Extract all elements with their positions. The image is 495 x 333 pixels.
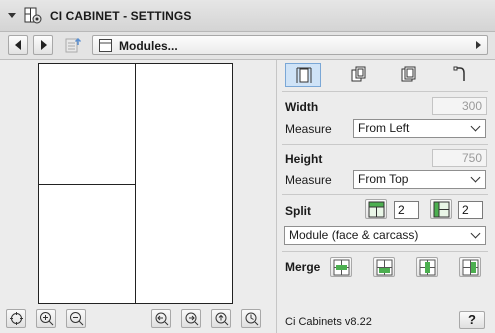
panel-title: CI CABINET - SETTINGS	[50, 9, 192, 23]
view-right-button[interactable]	[181, 309, 201, 328]
zoom-in-icon	[40, 312, 54, 326]
merge-right-icon	[462, 259, 479, 276]
apply-icon[interactable]	[64, 36, 84, 54]
divider	[282, 194, 488, 195]
zoom-out-icon	[70, 312, 84, 326]
width-measure-value: From Left	[358, 121, 410, 135]
collapse-arrow-icon[interactable]	[8, 13, 16, 18]
previous-button[interactable]	[8, 35, 28, 55]
divider	[282, 251, 488, 252]
split-horizontal-icon	[368, 201, 385, 218]
vertical-divider	[276, 60, 277, 333]
split-vertical-count[interactable]: 2	[458, 201, 483, 219]
next-button[interactable]	[33, 35, 53, 55]
view-left-button[interactable]	[151, 309, 171, 328]
view-up-button[interactable]	[211, 309, 231, 328]
height-field[interactable]: 750	[432, 149, 487, 167]
zoom-in-button[interactable]	[36, 309, 56, 328]
width-field[interactable]: 300	[432, 97, 487, 115]
merge-right-button[interactable]	[459, 257, 481, 277]
chevron-down-icon	[470, 121, 481, 132]
width-label: Width	[285, 100, 319, 114]
height-measure-label: Measure	[285, 173, 332, 187]
help-button[interactable]: ?	[459, 311, 485, 329]
split-label: Split	[285, 204, 311, 218]
view-rotate-button[interactable]	[241, 309, 261, 328]
chevron-down-icon	[470, 228, 481, 239]
door-front-icon	[351, 66, 366, 82]
chevron-right-icon	[476, 41, 481, 49]
height-label: Height	[285, 152, 323, 166]
split-horizontal-button[interactable]	[365, 199, 387, 219]
arrow-right-icon	[41, 40, 47, 50]
view-rotate-icon	[245, 312, 259, 326]
tab-drawer-front[interactable]	[390, 63, 426, 87]
split-horizontal-count[interactable]: 2	[394, 201, 419, 219]
divider	[282, 144, 488, 145]
module-icon	[99, 39, 112, 52]
tab-module-size[interactable]	[285, 63, 321, 87]
module-cell[interactable]	[135, 63, 233, 304]
module-selector-label: Modules...	[119, 39, 178, 53]
zoom-fit-icon	[10, 312, 23, 325]
drawer-front-icon	[401, 66, 416, 82]
view-right-icon	[185, 312, 199, 326]
split-mode-value: Module (face & carcass)	[289, 228, 419, 242]
merge-top-button[interactable]	[330, 257, 352, 277]
merge-label: Merge	[285, 260, 321, 274]
module-cell[interactable]	[38, 184, 136, 304]
zoom-out-button[interactable]	[66, 309, 86, 328]
chevron-down-icon	[470, 172, 481, 183]
merge-left-button[interactable]	[416, 257, 438, 277]
tab-door-front[interactable]	[340, 63, 376, 87]
merge-bottom-icon	[376, 259, 393, 276]
version-label: Ci Cabinets v8.22	[285, 316, 372, 328]
module-selector[interactable]: Modules...	[92, 35, 488, 55]
zoom-fit-button[interactable]	[6, 309, 26, 328]
module-cell[interactable]	[38, 63, 136, 185]
view-left-icon	[155, 312, 169, 326]
arrow-left-icon	[15, 40, 21, 50]
split-mode-select[interactable]: Module (face & carcass)	[284, 226, 486, 245]
width-measure-label: Measure	[285, 122, 332, 136]
merge-left-icon	[419, 259, 436, 276]
handle-icon	[453, 66, 465, 81]
width-measure-select[interactable]: From Left	[353, 119, 486, 138]
split-vertical-button[interactable]	[430, 199, 452, 219]
split-vertical-icon	[433, 201, 450, 218]
view-up-icon	[215, 312, 229, 326]
tab-handle[interactable]	[442, 63, 478, 87]
height-measure-value: From Top	[358, 172, 409, 186]
module-preview[interactable]	[38, 63, 233, 304]
divider	[282, 91, 488, 92]
cabinet-settings-icon	[24, 7, 42, 25]
module-size-icon	[296, 67, 312, 83]
merge-top-icon	[333, 259, 350, 276]
merge-bottom-button[interactable]	[373, 257, 395, 277]
height-measure-select[interactable]: From Top	[353, 170, 486, 189]
